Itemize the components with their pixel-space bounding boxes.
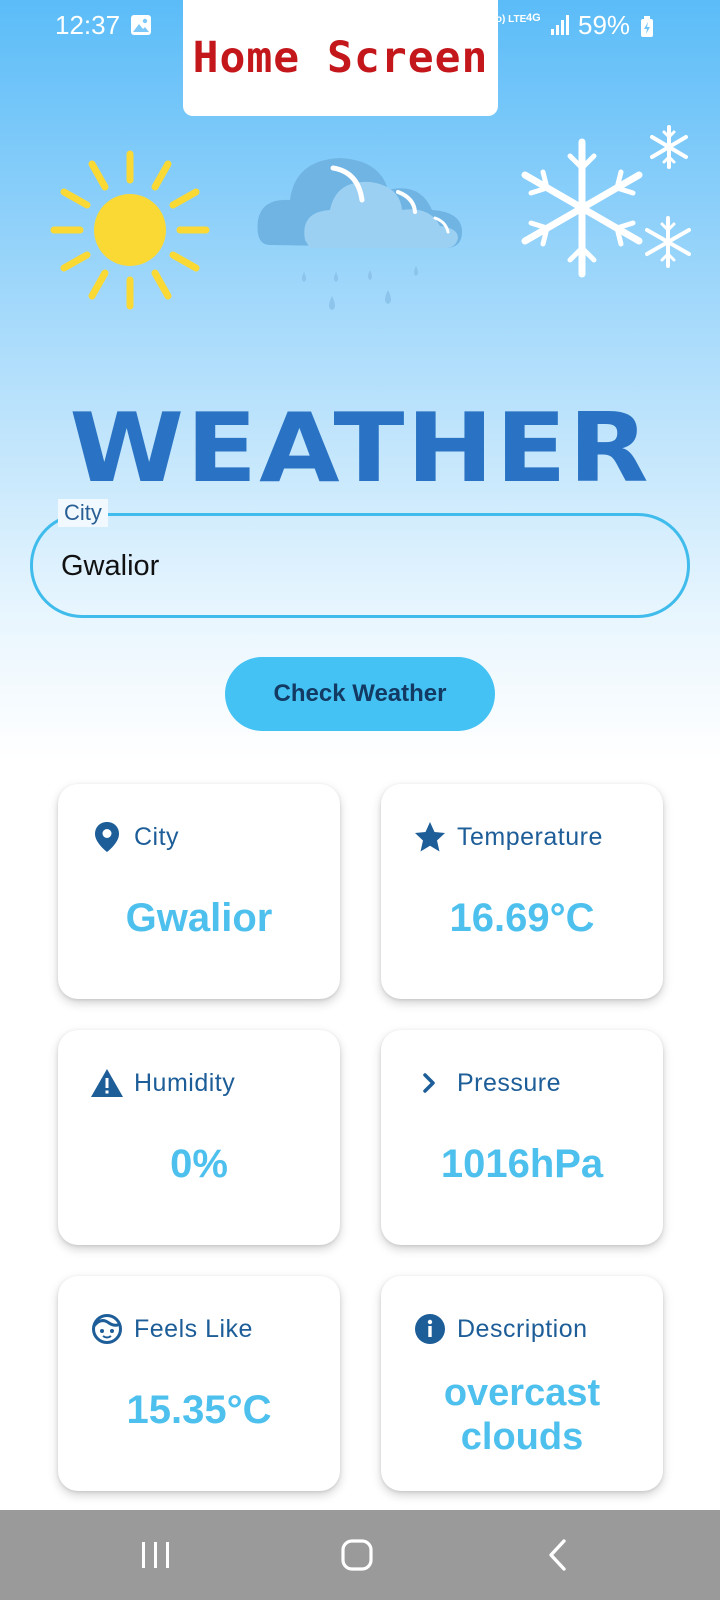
home-title-box: Home Screen bbox=[183, 0, 498, 116]
card-header: City bbox=[90, 820, 179, 854]
recent-apps-icon[interactable] bbox=[140, 1540, 172, 1570]
status-indicators: Vo) LTE 4G 59% bbox=[490, 0, 720, 54]
home-icon[interactable] bbox=[340, 1538, 374, 1572]
card-label: Feels Like bbox=[134, 1314, 253, 1343]
card-value: 0% bbox=[170, 1142, 228, 1186]
feels-like-card: Feels Like 15.35°C bbox=[58, 1276, 340, 1491]
gallery-notification-icon bbox=[131, 15, 151, 35]
info-icon bbox=[413, 1312, 447, 1346]
weather-illustration bbox=[50, 125, 691, 310]
warning-icon bbox=[90, 1066, 124, 1100]
card-label: City bbox=[134, 822, 180, 851]
card-header: Humidity bbox=[90, 1066, 235, 1100]
rain-cloud-icon bbox=[257, 158, 462, 310]
card-value: 1016hPa bbox=[440, 1142, 604, 1186]
card-label: Humidity bbox=[134, 1068, 236, 1097]
humidity-card: Humidity 0% bbox=[58, 1030, 340, 1245]
check-weather-button[interactable]: Check Weather bbox=[225, 657, 495, 731]
card-value: 15.35°C bbox=[126, 1388, 272, 1432]
city-input[interactable] bbox=[61, 544, 641, 588]
page-title: Home Screen bbox=[192, 33, 489, 83]
pressure-card: Pressure 1016hPa bbox=[381, 1030, 663, 1245]
status-time: 12:37 bbox=[55, 10, 121, 40]
network-type-indicator: 4G bbox=[526, 12, 541, 24]
card-header: Description bbox=[413, 1312, 588, 1346]
navigation-bar bbox=[0, 1510, 720, 1600]
battery-icon bbox=[641, 16, 653, 37]
card-label: Description bbox=[457, 1314, 588, 1343]
card-value: overcast clouds bbox=[443, 1372, 601, 1458]
card-label: Pressure bbox=[457, 1068, 562, 1097]
city-field[interactable]: City bbox=[30, 499, 690, 618]
snowflake-icon bbox=[521, 125, 691, 278]
star-icon bbox=[413, 820, 447, 854]
city-card: City Gwalior bbox=[58, 784, 340, 999]
battery-percent: 59% bbox=[578, 10, 631, 40]
location-pin-icon bbox=[90, 820, 124, 854]
signal-icon bbox=[551, 15, 569, 35]
card-value: 16.69°C bbox=[449, 896, 595, 940]
weather-logo: WEATHER bbox=[69, 391, 651, 505]
card-label: Temperature bbox=[457, 822, 603, 851]
city-field-label: City bbox=[58, 499, 108, 527]
description-card: Description overcast clouds bbox=[381, 1276, 663, 1491]
chevron-right-icon bbox=[413, 1066, 447, 1100]
card-header: Feels Like bbox=[90, 1312, 253, 1346]
face-icon bbox=[90, 1312, 124, 1346]
back-icon[interactable] bbox=[546, 1538, 570, 1572]
card-header: Pressure bbox=[413, 1066, 561, 1100]
card-value: Gwalior bbox=[125, 896, 273, 940]
card-header: Temperature bbox=[413, 820, 603, 854]
temperature-card: Temperature 16.69°C bbox=[381, 784, 663, 999]
sun-icon bbox=[50, 150, 210, 310]
